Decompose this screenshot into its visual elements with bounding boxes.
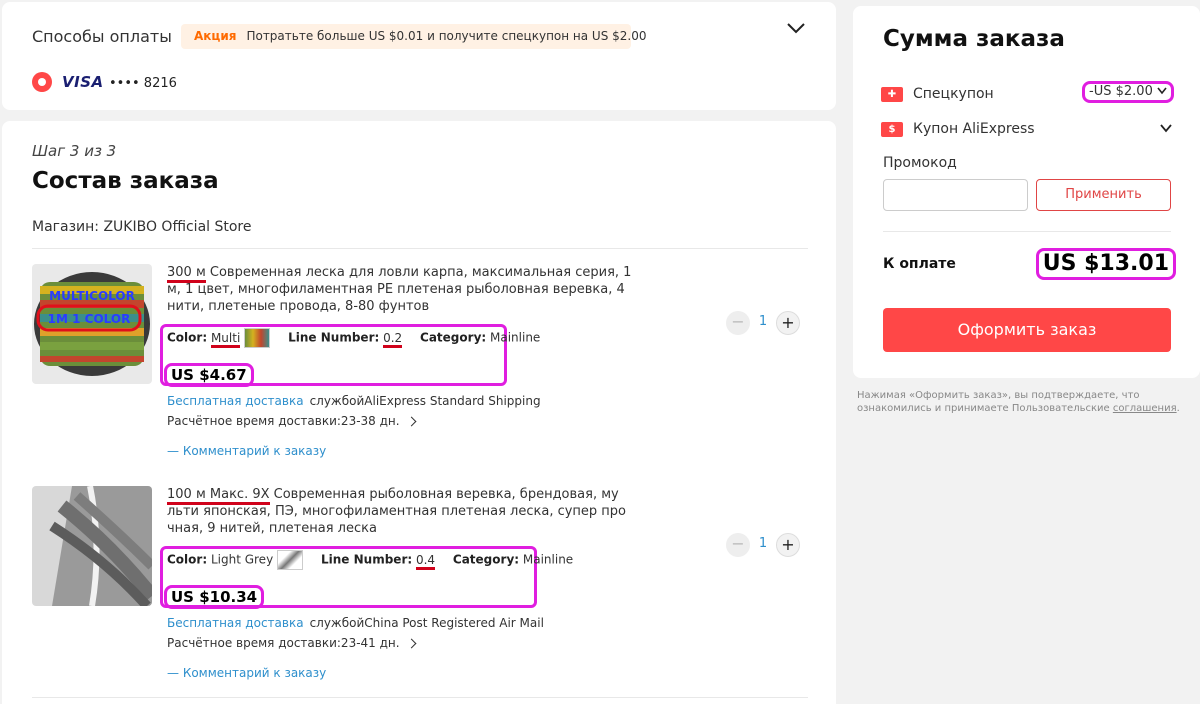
special-coupon-value[interactable]: -US $2.00 [1082,81,1174,103]
order-contents-card: Шаг 3 из 3 Состав заказа Магазин: ZUKIBO… [2,121,836,704]
order-comment-link[interactable]: — Комментарий к заказу [167,666,326,680]
promo-banner: Акция Потратьте больше US $0.01 и получит… [181,24,647,49]
order-item: 100 м Макс. 9X Современная рыболовная ве… [32,486,808,696]
product-sku[interactable]: Color: Multi Line Number: 0.2 Category: … [167,328,540,348]
promo-tag: Акция [194,29,237,43]
product-price: US $4.67 [164,363,254,387]
color-value: Multi [210,330,241,348]
delivery-time[interactable]: Расчётное время доставки:23-41 дн. [167,636,417,650]
agreement-link[interactable]: соглашения [1113,403,1177,414]
apply-promo-button[interactable]: Применить [1036,179,1171,211]
quantity-minus-button[interactable]: − [726,311,750,335]
chevron-down-icon [1157,87,1167,95]
quantity-value[interactable]: 1 [750,314,776,329]
promo-code-label: Промокод [883,155,957,171]
aliexpress-coupon-label: Купон AliExpress [913,121,1035,137]
color-label: Color: [167,552,208,567]
summary-title: Сумма заказа [883,26,1065,52]
category-value: Mainline [522,552,574,567]
thumb-text-color: 1M 1 COLOR [48,312,131,326]
quantity-value[interactable]: 1 [750,536,776,551]
color-label: Color: [167,330,208,345]
coupon-icon: ✚ [881,87,903,102]
order-comment-link[interactable]: — Комментарий к заказу [167,444,326,458]
promo-code-input[interactable] [883,179,1028,211]
delivery-time[interactable]: Расчётное время доставки:23-38 дн. [167,414,417,428]
product-title-highlight: 300 м [167,265,206,283]
product-image[interactable]: MULTICOLOR 1M 1 COLOR [32,264,152,384]
line-number-value: 0.4 [415,552,436,570]
divider [32,248,808,249]
product-image[interactable] [32,486,152,606]
order-title: Состав заказа [32,168,219,194]
color-swatch [244,328,271,348]
line-number-label: Line Number: [288,330,380,345]
promo-text: Потратьте больше US $0.01 и получите спе… [246,29,647,43]
color-swatch [277,550,304,570]
delivery-time-text: Расчётное время доставки:23-38 дн. [167,414,400,428]
product-sku[interactable]: Color: Light Grey Line Number: 0.4 Categ… [167,550,573,570]
product-price: US $10.34 [164,585,265,609]
total-label: К оплате [883,256,956,272]
special-coupon-label: Спецкупон [913,86,994,102]
color-value: Light Grey [210,552,274,567]
divider [883,231,1171,232]
chevron-down-icon[interactable] [785,17,807,39]
quantity-plus-button[interactable]: + [776,311,800,335]
shipping-info: Бесплатная доставка службойAliExpress Sta… [167,394,541,408]
legal-end: . [1176,403,1180,414]
quantity-minus-button[interactable]: − [726,533,750,557]
legal-text: Нажимая «Оформить заказ», вы подтверждае… [857,390,1140,414]
payment-radio-selected[interactable] [32,72,52,92]
shipping-info: Бесплатная доставка службойChina Post Reg… [167,616,544,630]
line-number-value: 0.2 [383,330,403,348]
coupon-dollar-icon: $ [881,122,903,137]
checkout-button[interactable]: Оформить заказ [883,308,1171,352]
chevron-down-icon[interactable] [1159,121,1173,135]
order-item: MULTICOLOR 1M 1 COLOR 300 м Современная … [32,264,808,474]
quantity-stepper: − 1 + [726,311,810,335]
category-label: Category: [420,330,487,345]
category-label: Category: [452,552,520,567]
product-title[interactable]: 100 м Макс. 9X Современная рыболовная ве… [167,486,632,537]
order-summary-card: Сумма заказа ✚ Спецкупон -US $2.00 $ Куп… [853,6,1200,378]
quantity-stepper: − 1 + [726,533,810,557]
legal-notice: Нажимая «Оформить заказ», вы подтверждае… [857,389,1187,415]
card-number: •••• 8216 [109,76,177,91]
shipping-method: службойAliExpress Standard Shipping [309,394,541,408]
store-name: Магазин: ZUKIBO Official Store [32,219,252,235]
line-number-label: Line Number: [321,552,413,567]
category-value: Mainline [490,330,541,345]
total-value: US $13.01 [1035,248,1176,280]
free-shipping-label[interactable]: Бесплатная доставка [167,394,304,408]
aliexpress-coupon-row[interactable]: $ Купон AliExpress [881,120,1173,142]
thumb-text-multicolor: MULTICOLOR [49,289,135,303]
step-indicator: Шаг 3 из 3 [32,142,117,160]
quantity-plus-button[interactable]: + [776,533,800,557]
chevron-right-icon[interactable] [406,638,417,649]
chevron-right-icon[interactable] [406,416,417,427]
product-title-highlight: 100 м Макс. 9X [167,487,270,505]
payment-methods-card: Способы оплаты Акция Потратьте больше US … [2,2,836,110]
delivery-time-text: Расчётное время доставки:23-41 дн. [167,636,400,650]
product-title[interactable]: 300 м Современная леска для ловли карпа,… [167,264,632,315]
product-title-rest: Современная леска для ловли карпа, макси… [167,265,632,314]
special-coupon-amount: -US $2.00 [1089,84,1153,99]
free-shipping-label[interactable]: Бесплатная доставка [167,616,304,630]
shipping-method: службойChina Post Registered Air Mail [309,616,544,630]
visa-logo: VISA [62,73,104,91]
special-coupon-row[interactable]: ✚ Спецкупон -US $2.00 [881,81,1174,107]
divider [32,697,808,698]
payment-methods-title: Способы оплаты [32,27,172,46]
